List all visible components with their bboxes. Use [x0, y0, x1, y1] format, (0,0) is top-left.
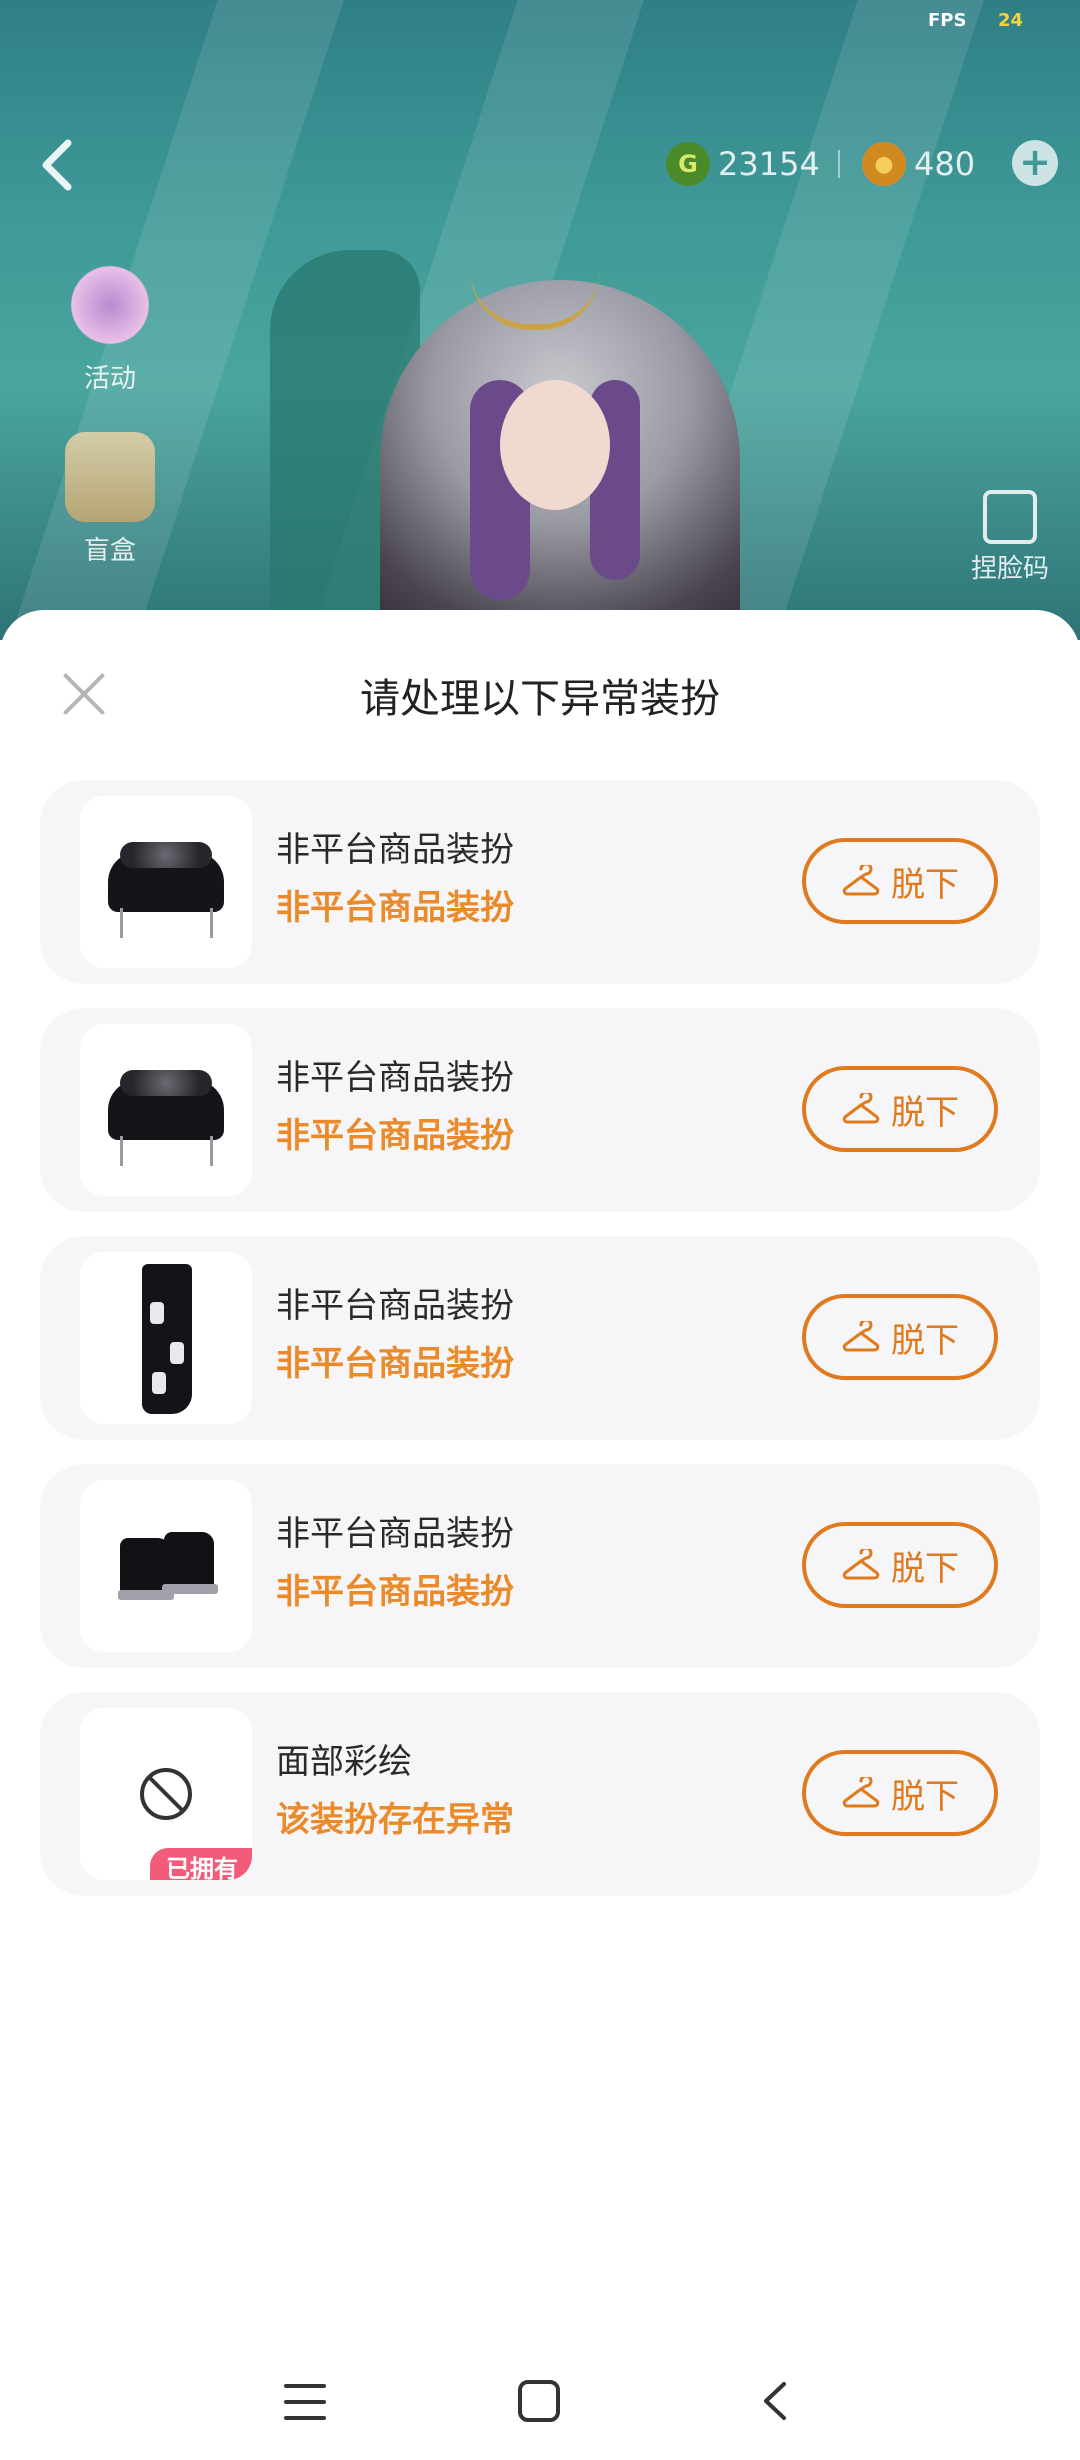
- side-item-blindbox[interactable]: 盲盒: [50, 432, 170, 567]
- jacket-fur-collar: [120, 842, 212, 868]
- currency-gold: ● 480: [862, 140, 975, 188]
- outfit-thumbnail-jacket: [80, 796, 252, 968]
- outfit-item-name: 非平台商品装扮: [276, 1058, 514, 1098]
- outfit-thumbnail-skirt: [80, 1252, 252, 1424]
- currency-green-amount: 23154: [718, 145, 820, 183]
- hanger-icon: [842, 1549, 880, 1580]
- side-item-activity[interactable]: 活动: [50, 260, 170, 395]
- jacket-chain: [210, 908, 213, 938]
- nav-recents-button[interactable]: [284, 2384, 326, 2420]
- jacket-fur-collar: [120, 1070, 212, 1096]
- outfit-item: 非平台商品装扮 非平台商品装扮 脱下: [40, 1464, 1040, 1668]
- currency-divider: [838, 150, 840, 178]
- currency-gold-amount: 480: [914, 145, 976, 183]
- jacket-chain: [210, 1136, 213, 1166]
- outfit-item: 非平台商品装扮 非平台商品装扮 脱下: [40, 1008, 1040, 1212]
- ban-icon: [140, 1768, 192, 1820]
- star-icon: [65, 260, 155, 350]
- avatar-face: [500, 380, 610, 510]
- outfit-item-status: 非平台商品装扮: [276, 888, 514, 928]
- hanger-icon: [842, 1093, 880, 1124]
- take-off-label: 脱下: [891, 1320, 959, 1361]
- take-off-button[interactable]: 脱下: [802, 1750, 998, 1836]
- side-item-activity-label: 活动: [83, 364, 136, 394]
- outfit-item-status: 该装扮存在异常: [276, 1800, 514, 1840]
- take-off-button[interactable]: 脱下: [802, 1066, 998, 1152]
- nav-home-button[interactable]: [518, 2380, 560, 2422]
- edit-icon: [983, 490, 1037, 544]
- outfit-item: 已拥有 面部彩绘 该装扮存在异常 脱下: [40, 1692, 1040, 1896]
- menu-icon: [284, 2384, 326, 2388]
- take-off-button[interactable]: 脱下: [802, 838, 998, 924]
- outfit-item-status: 非平台商品装扮: [276, 1116, 514, 1156]
- take-off-label: 脱下: [891, 864, 959, 905]
- skirt-image: [142, 1264, 192, 1414]
- take-off-label: 脱下: [891, 1092, 959, 1133]
- back-button[interactable]: [36, 135, 80, 195]
- currency-green: G 23154: [666, 140, 820, 188]
- nav-back-button[interactable]: [760, 2380, 790, 2422]
- take-off-label: 脱下: [891, 1776, 959, 1817]
- fps-value: 24: [998, 10, 1024, 31]
- skirt-patch: [150, 1302, 164, 1324]
- chevron-left-icon: [42, 139, 72, 191]
- outfit-item: 非平台商品装扮 非平台商品装扮 脱下: [40, 1236, 1040, 1440]
- outfit-item-name: 非平台商品装扮: [276, 1514, 514, 1554]
- side-item-blindbox-label: 盲盒: [83, 536, 136, 566]
- skirt-patch: [152, 1372, 166, 1394]
- hanger-icon: [842, 1321, 880, 1352]
- abnormal-outfit-sheet: 请处理以下异常装扮 非平台商品装扮 非平台商品装扮 脱下 非平台商品装扮 非平台…: [0, 610, 1080, 2460]
- take-off-label: 脱下: [891, 1548, 959, 1589]
- hanger-icon: [842, 865, 880, 896]
- outfit-item: 非平台商品装扮 非平台商品装扮 脱下: [40, 780, 1040, 984]
- take-off-button[interactable]: 脱下: [802, 1294, 998, 1380]
- g-coin-icon: G: [666, 142, 710, 186]
- system-nav-bar: [0, 2340, 1080, 2460]
- add-currency-button[interactable]: +: [1012, 140, 1058, 186]
- outfit-item-status: 非平台商品装扮: [276, 1572, 514, 1612]
- menu-icon: [284, 2400, 326, 2404]
- sheet-title: 请处理以下异常装扮: [360, 676, 720, 722]
- menu-icon: [284, 2416, 326, 2420]
- outfit-thumbnail-face-paint: 已拥有: [80, 1708, 252, 1880]
- outfit-item-name: 非平台商品装扮: [276, 830, 514, 870]
- jacket-chain: [120, 1136, 123, 1166]
- chevron-left-icon: [764, 2382, 786, 2420]
- outfit-item-name: 面部彩绘: [276, 1742, 412, 1782]
- gold-coin-icon: ●: [862, 142, 906, 186]
- gift-box-icon: [65, 432, 155, 522]
- boot-image: [164, 1532, 214, 1592]
- face-code-label: 捏脸码: [970, 554, 1049, 584]
- owned-badge: 已拥有: [150, 1848, 252, 1880]
- fps-label: FPS: [928, 10, 967, 31]
- face-code-button[interactable]: 捏脸码: [960, 490, 1060, 585]
- outfit-thumbnail-jacket: [80, 1024, 252, 1196]
- jacket-chain: [120, 908, 123, 938]
- outfit-thumbnail-boots: [80, 1480, 252, 1652]
- hanger-icon: [842, 1777, 880, 1808]
- take-off-button[interactable]: 脱下: [802, 1522, 998, 1608]
- outfit-item-status: 非平台商品装扮: [276, 1344, 514, 1384]
- skirt-patch: [170, 1342, 184, 1364]
- boot-sole: [162, 1584, 218, 1594]
- outfit-item-name: 非平台商品装扮: [276, 1286, 514, 1326]
